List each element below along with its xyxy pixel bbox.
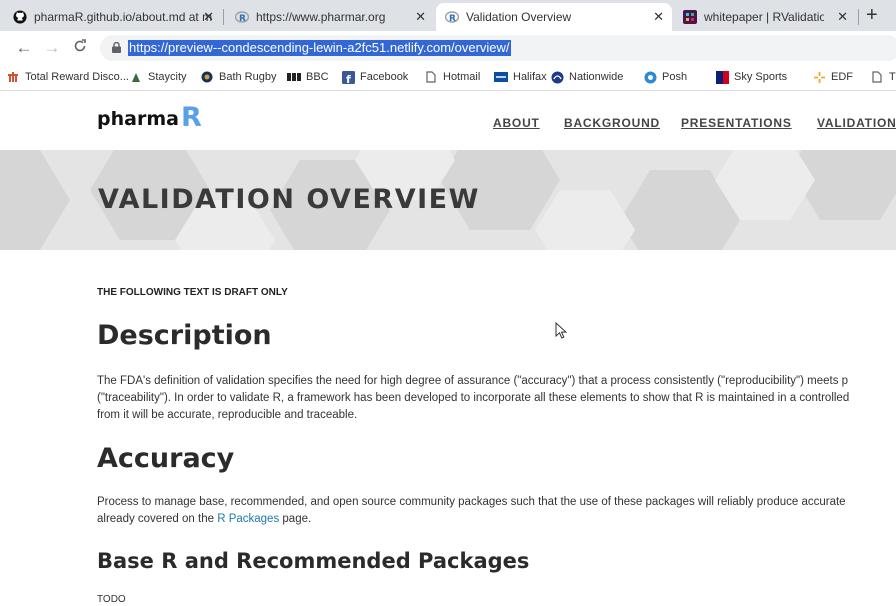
reload-button[interactable] bbox=[70, 38, 90, 58]
r-icon: R bbox=[444, 9, 460, 25]
browser-tab[interactable]: whitepaper | RValidationHub Sla ✕ bbox=[674, 3, 856, 31]
browser-tab-active[interactable]: R Validation Overview ✕ bbox=[436, 3, 672, 31]
paragraph-text: page. bbox=[279, 513, 312, 525]
logo-text: pharma bbox=[97, 108, 179, 130]
bookmark-label: T bbox=[889, 71, 896, 83]
hero-banner: VALIDATION OVERVIEW bbox=[0, 150, 896, 250]
todo-text: TODO bbox=[97, 594, 126, 605]
bath-rugby-icon bbox=[200, 70, 214, 84]
bookmark-item[interactable]: Posh bbox=[643, 70, 687, 84]
page-title: VALIDATION OVERVIEW bbox=[98, 184, 480, 215]
bookmark-item[interactable]: BBC bbox=[287, 70, 329, 84]
total-reward-icon bbox=[6, 70, 20, 84]
svg-text:R: R bbox=[239, 14, 246, 24]
address-url[interactable]: https://preview--condescending-lewin-a2f… bbox=[128, 40, 511, 56]
r-packages-link[interactable]: R Packages bbox=[217, 513, 279, 525]
base-r-heading: Base R and Recommended Packages bbox=[97, 549, 530, 573]
slack-icon bbox=[682, 9, 698, 25]
close-tab-icon[interactable]: ✕ bbox=[653, 9, 664, 25]
bookmarks-bar: Total Reward Disco... Staycity Bath Rugb… bbox=[0, 65, 896, 91]
paragraph-line: The FDA's definition of validation speci… bbox=[97, 375, 849, 387]
bookmark-label: Staycity bbox=[148, 71, 187, 83]
reload-icon bbox=[74, 39, 86, 52]
browser-tab[interactable]: pharmaR.github.io/about.md at m ✕ bbox=[4, 3, 222, 31]
accuracy-heading: Accuracy bbox=[97, 443, 235, 474]
bookmark-item[interactable]: Total Reward Disco... bbox=[6, 70, 129, 84]
bookmark-item[interactable]: EDF bbox=[812, 70, 853, 84]
bookmark-label: EDF bbox=[831, 71, 853, 83]
nav-background[interactable]: BACKGROUND bbox=[564, 116, 660, 130]
bookmark-item[interactable]: Hotmail bbox=[424, 70, 480, 84]
description-paragraph: The FDA's definition of validation speci… bbox=[97, 373, 896, 424]
page-icon bbox=[870, 70, 884, 84]
paragraph-line: Process to manage base, recommended, and… bbox=[97, 496, 846, 508]
paragraph-line: already covered on the R Packages page. bbox=[97, 511, 896, 528]
back-button[interactable]: ← bbox=[14, 38, 34, 58]
address-bar[interactable]: https://preview--condescending-lewin-a2f… bbox=[100, 35, 896, 61]
bookmark-item[interactable]: Bath Rugby bbox=[200, 70, 276, 84]
bookmark-label: Posh bbox=[662, 71, 688, 83]
tab-title: whitepaper | RValidationHub Sla bbox=[704, 10, 824, 24]
description-heading: Description bbox=[97, 320, 272, 351]
paragraph-text: already covered on the bbox=[97, 513, 218, 525]
mouse-cursor-icon bbox=[555, 322, 567, 339]
svg-text:f: f bbox=[346, 73, 351, 84]
nav-validation[interactable]: VALIDATION bbox=[817, 116, 896, 130]
bbc-icon bbox=[287, 70, 301, 84]
page-icon bbox=[424, 70, 438, 84]
facebook-icon: f bbox=[341, 70, 355, 84]
bookmark-item[interactable]: Staycity bbox=[129, 70, 187, 84]
tab-title: https://www.pharmar.org bbox=[256, 10, 386, 24]
site-logo[interactable]: pharma R bbox=[97, 102, 202, 133]
paragraph-line: ("traceability"). In order to validate R… bbox=[97, 392, 850, 404]
r-icon: R bbox=[234, 9, 250, 25]
browser-toolbar: ← → https://preview--condescending-lewin… bbox=[0, 31, 896, 65]
bookmark-label: Total Reward Disco... bbox=[25, 71, 129, 83]
bookmark-item[interactable]: Nationwide bbox=[550, 70, 623, 84]
bookmark-item[interactable]: f Facebook bbox=[341, 70, 408, 84]
draft-notice: THE FOLLOWING TEXT IS DRAFT ONLY bbox=[97, 287, 288, 298]
bookmark-label: Facebook bbox=[360, 71, 409, 83]
bookmark-item[interactable]: Sky Sports bbox=[715, 70, 787, 84]
forward-button[interactable]: → bbox=[42, 38, 62, 58]
bookmark-label: Hotmail bbox=[443, 71, 481, 83]
sky-sports-icon bbox=[715, 70, 729, 84]
bookmark-label: BBC bbox=[306, 71, 329, 83]
browser-tab-strip: pharmaR.github.io/about.md at m ✕ R http… bbox=[0, 0, 896, 31]
site-header: pharma R ABOUT BACKGROUND PRESENTATIONS … bbox=[0, 92, 896, 150]
close-tab-icon[interactable]: ✕ bbox=[203, 9, 214, 25]
bookmark-item[interactable]: T bbox=[870, 70, 896, 84]
lock-icon bbox=[112, 42, 121, 53]
bookmark-label: Sky Sports bbox=[734, 71, 788, 83]
bookmark-label: Bath Rugby bbox=[219, 71, 277, 83]
logo-r-mark: R bbox=[180, 102, 202, 133]
bookmark-item[interactable]: Halifax bbox=[494, 70, 547, 84]
paragraph-line: from it will be accurate, reproducible a… bbox=[97, 409, 358, 421]
halifax-icon bbox=[494, 70, 508, 84]
bookmark-label: Nationwide bbox=[569, 71, 624, 83]
close-tab-icon[interactable]: ✕ bbox=[837, 9, 848, 25]
nav-about[interactable]: ABOUT bbox=[493, 116, 540, 130]
posh-icon bbox=[643, 70, 657, 84]
browser-tab[interactable]: R https://www.pharmar.org ✕ bbox=[226, 3, 434, 31]
new-tab-button[interactable]: + bbox=[866, 5, 878, 25]
bookmark-label: Halifax bbox=[513, 71, 547, 83]
staycity-icon bbox=[129, 70, 143, 84]
nav-presentations[interactable]: PRESENTATIONS bbox=[681, 116, 792, 130]
svg-text:R: R bbox=[449, 14, 456, 24]
close-tab-icon[interactable]: ✕ bbox=[415, 9, 426, 25]
accuracy-paragraph: Process to manage base, recommended, and… bbox=[97, 494, 896, 528]
tab-title: pharmaR.github.io/about.md at m bbox=[34, 10, 213, 24]
tab-title: Validation Overview bbox=[466, 10, 572, 24]
edf-icon bbox=[812, 70, 826, 84]
github-icon bbox=[12, 9, 28, 25]
nationwide-icon bbox=[550, 70, 564, 84]
